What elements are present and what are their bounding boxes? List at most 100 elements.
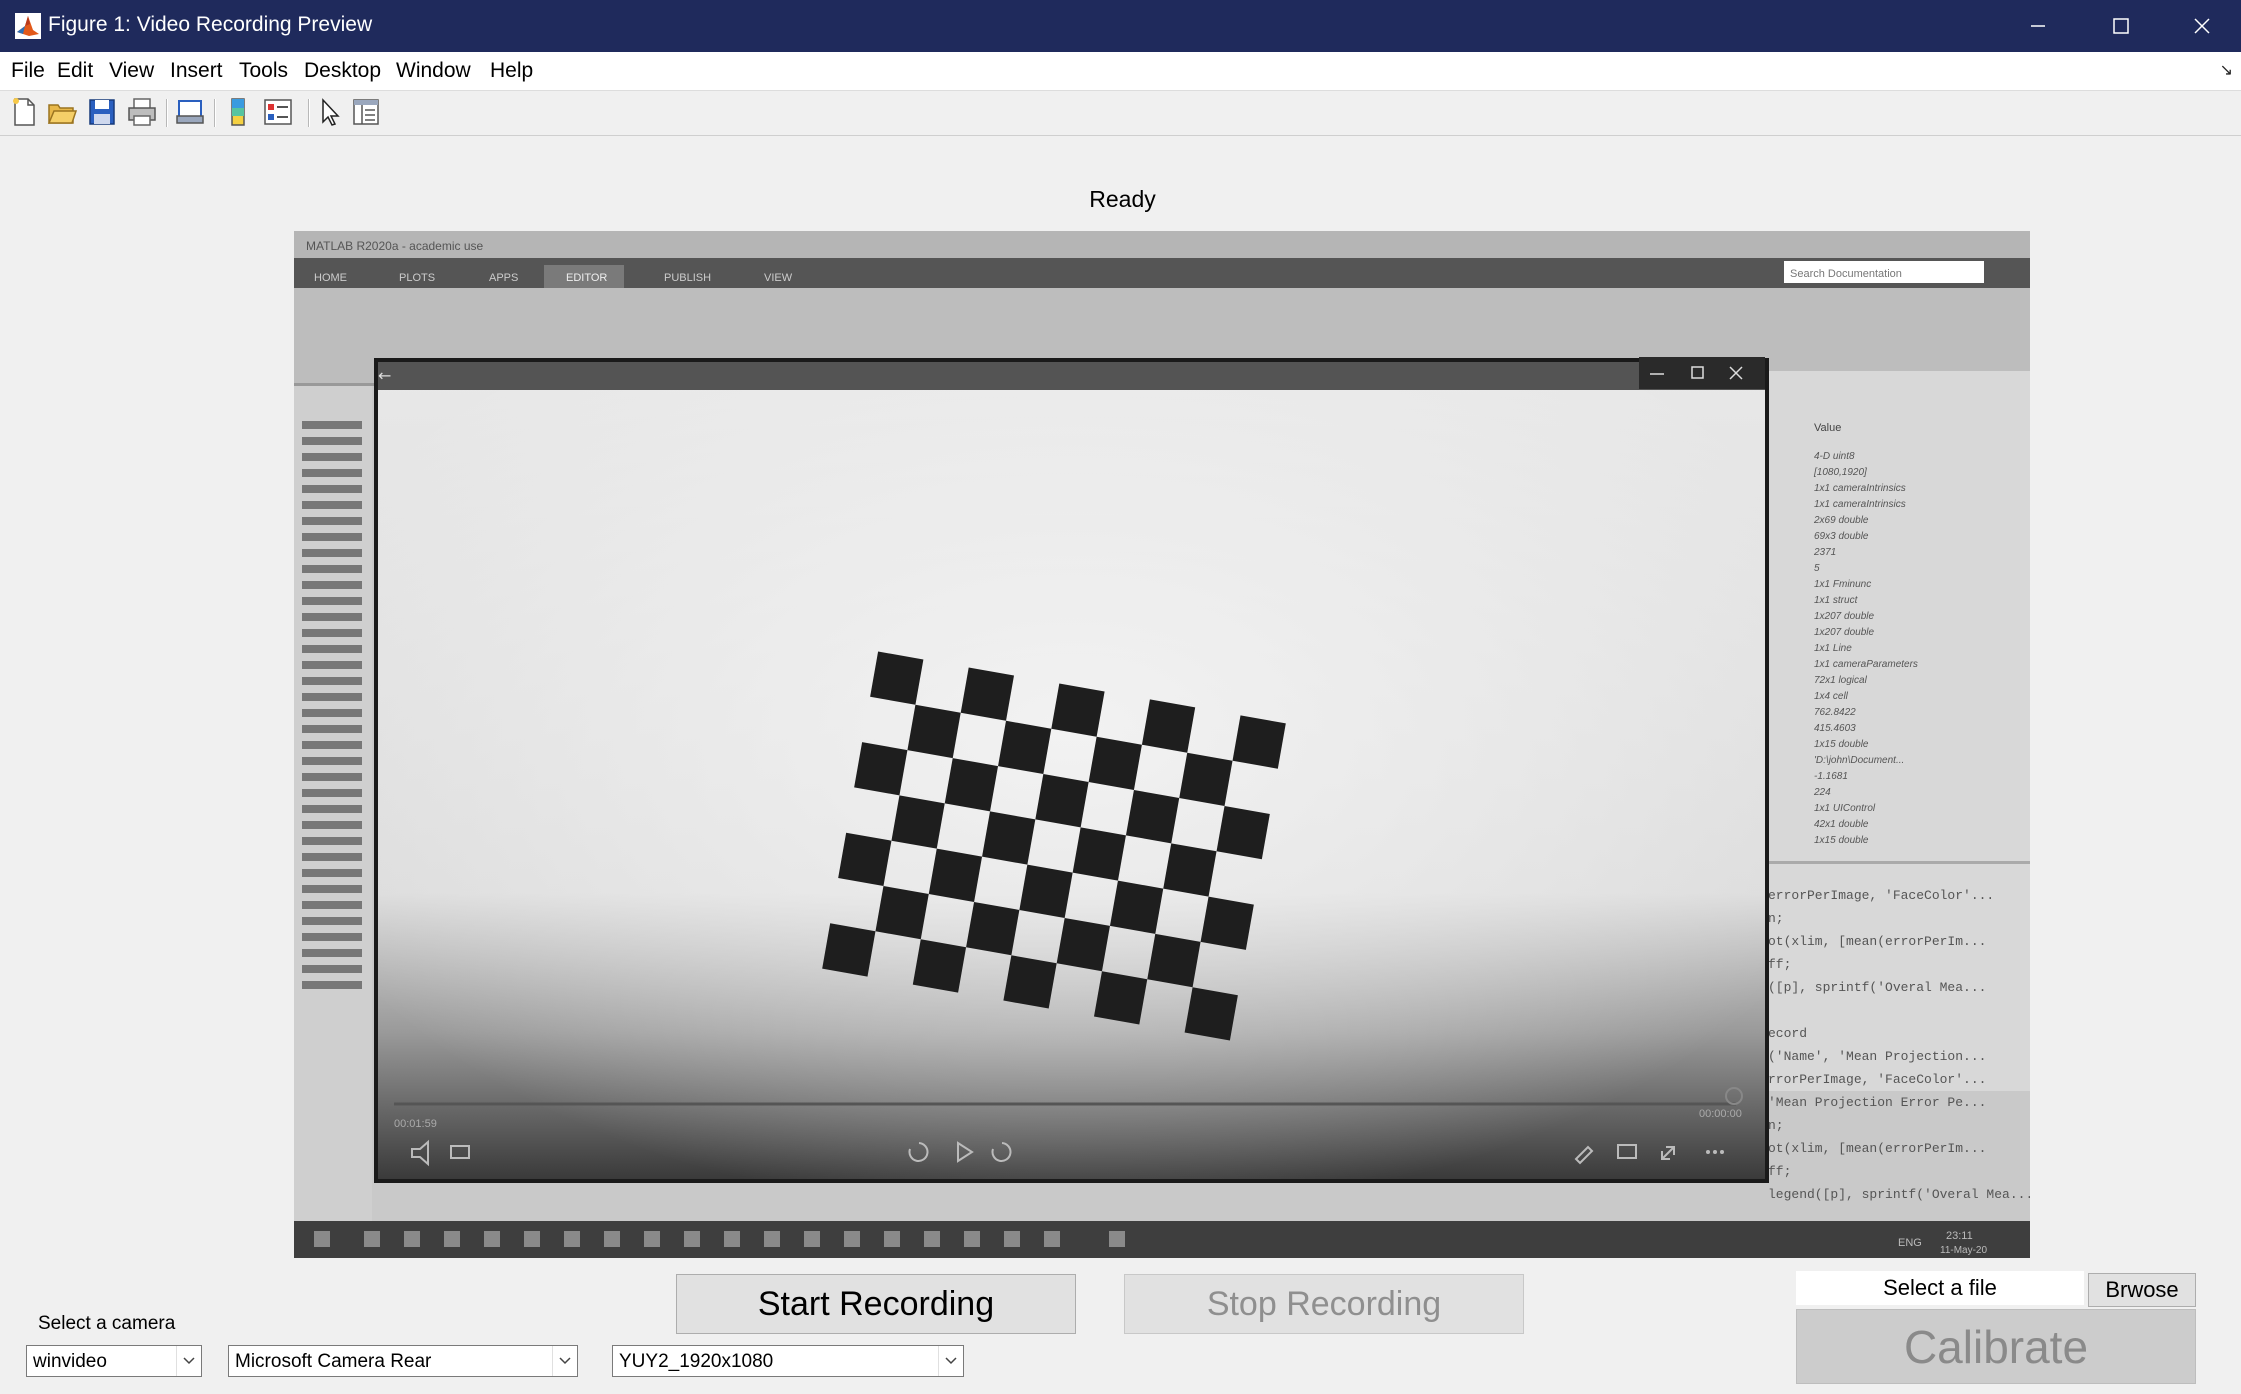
ws-value-15: 1x4 cell xyxy=(1814,691,1849,702)
toolbar-separator xyxy=(214,99,216,127)
checker-square xyxy=(1056,917,1110,972)
code-line-11: ff; xyxy=(1768,1164,1791,1179)
checker-square xyxy=(1200,896,1254,950)
code-line-1: n; xyxy=(1768,911,1784,926)
title-bar: Figure 1: Video Recording Preview xyxy=(0,0,2241,52)
workspace-header: Value xyxy=(1814,422,1841,434)
ws-value-8: 1x1 Fminunc xyxy=(1814,579,1871,590)
checker-square xyxy=(1109,880,1164,934)
checker-square xyxy=(1088,736,1142,791)
chevron-down-icon[interactable] xyxy=(552,1346,577,1376)
checker-square xyxy=(870,651,924,705)
print-preview-icon[interactable] xyxy=(174,96,206,128)
menu-window[interactable]: Window xyxy=(396,59,471,83)
checker-square xyxy=(1019,864,1073,918)
menu-tools[interactable]: Tools xyxy=(239,59,288,83)
calibrate-button[interactable]: Calibrate xyxy=(1796,1309,2196,1384)
checker-square xyxy=(891,795,945,849)
edit-plot-icon[interactable] xyxy=(314,96,346,128)
colorbar-icon[interactable] xyxy=(222,96,254,128)
checker-square xyxy=(912,939,967,993)
checker-square xyxy=(982,811,1036,865)
format-value: YUY2_1920x1080 xyxy=(619,1351,774,1372)
ws-value-18: 1x15 double xyxy=(1814,739,1869,750)
legend-icon[interactable] xyxy=(262,96,294,128)
checker-square xyxy=(944,758,999,812)
checker-square xyxy=(875,885,929,940)
player-time-total: 00:00:00 xyxy=(1699,1108,1742,1120)
ws-value-4: 2x69 double xyxy=(1813,515,1869,526)
open-file-icon[interactable] xyxy=(46,96,78,128)
file-path-field[interactable]: Select a file xyxy=(1796,1271,2084,1305)
ws-value-23: 42x1 double xyxy=(1814,819,1869,830)
code-line-2: ot(xlim, [mean(errorPerIm... xyxy=(1768,934,1986,949)
bg-tab-editor: EDITOR xyxy=(566,272,607,284)
checker-square xyxy=(1147,933,1201,988)
new-figure-icon[interactable] xyxy=(8,96,40,128)
menu-help[interactable]: Help xyxy=(490,59,533,83)
checker-square xyxy=(1216,806,1270,860)
ws-value-22: 1x1 UIControl xyxy=(1814,803,1876,814)
code-line-5: ecord xyxy=(1768,1026,1807,1041)
player-time-elapsed: 00:01:59 xyxy=(394,1118,437,1130)
checker-square xyxy=(1232,715,1286,769)
ws-value-6: 2371 xyxy=(1813,547,1836,558)
start-recording-button[interactable]: Start Recording xyxy=(676,1274,1076,1334)
minimize-button[interactable] xyxy=(1997,0,2079,52)
code-line-9: n; xyxy=(1768,1118,1784,1133)
menu-file[interactable]: File xyxy=(11,59,45,83)
camera-label: Select a camera xyxy=(38,1313,176,1334)
menu-edit[interactable]: Edit xyxy=(57,59,93,83)
minimize-icon xyxy=(2031,25,2045,27)
ws-value-24: 1x15 double xyxy=(1814,835,1869,846)
stop-recording-button[interactable]: Stop Recording xyxy=(1124,1274,1524,1334)
bg-tab-apps: APPS xyxy=(489,272,518,284)
ws-value-20: -1.1681 xyxy=(1814,771,1848,782)
code-line-0: errorPerImage, 'FaceColor'... xyxy=(1768,888,1994,903)
checker-square xyxy=(1184,987,1238,1041)
checker-square xyxy=(838,832,892,886)
code-line-4: ([p], sprintf('Overal Mea... xyxy=(1768,980,1986,995)
player-back-icon: ← xyxy=(378,366,391,385)
adaptor-dropdown[interactable]: winvideo xyxy=(26,1345,202,1377)
ws-value-19: 'D:\john\Document... xyxy=(1814,755,1904,766)
close-icon xyxy=(2194,18,2210,34)
bg-tab-plots: PLOTS xyxy=(399,272,435,284)
checker-square xyxy=(854,742,908,796)
dock-arrow-icon[interactable]: ↘ xyxy=(2220,60,2233,80)
close-button[interactable] xyxy=(2161,0,2241,52)
property-inspector-icon[interactable] xyxy=(350,96,382,128)
device-dropdown[interactable]: Microsoft Camera Rear xyxy=(228,1345,578,1377)
menu-view[interactable]: View xyxy=(109,59,154,83)
menu-bar: File Edit View Insert Tools Desktop Wind… xyxy=(0,52,2241,91)
ws-value-13: 1x1 cameraParameters xyxy=(1814,659,1918,670)
bg-tab-home: HOME xyxy=(314,272,347,284)
status-label: Ready xyxy=(1089,186,1156,212)
print-icon[interactable] xyxy=(126,96,158,128)
window-title: Figure 1: Video Recording Preview xyxy=(48,13,373,36)
code-line-6: ('Name', 'Mean Projection... xyxy=(1768,1049,1986,1064)
bg-taskbar-lang: ENG xyxy=(1898,1237,1922,1249)
bg-taskbar-date: 11-May-20 xyxy=(1940,1245,1987,1256)
maximize-button[interactable] xyxy=(2080,0,2162,52)
chevron-down-icon[interactable] xyxy=(938,1346,963,1376)
ws-value-10: 1x207 double xyxy=(1814,611,1874,622)
save-icon[interactable] xyxy=(86,96,118,128)
format-dropdown[interactable]: YUY2_1920x1080 xyxy=(612,1345,964,1377)
bg-tab-view: VIEW xyxy=(764,272,793,284)
checker-square xyxy=(1003,955,1057,1009)
code-line-10: ot(xlim, [mean(errorPerIm... xyxy=(1768,1141,1986,1156)
browse-button[interactable]: Brwose xyxy=(2088,1273,2196,1307)
video-preview: MATLAB R2020a - academic use HOME PLOTS … xyxy=(294,231,2030,1258)
code-line-12: legend([p], sprintf('Overal Mea... xyxy=(1768,1187,2030,1202)
checker-square xyxy=(1141,699,1196,753)
ws-value-11: 1x207 double xyxy=(1814,627,1874,638)
menu-desktop[interactable]: Desktop xyxy=(304,59,381,83)
toolbar-separator xyxy=(166,99,168,127)
bg-window-title: MATLAB R2020a - academic use xyxy=(306,239,484,253)
chevron-down-icon[interactable] xyxy=(176,1346,201,1376)
menu-insert[interactable]: Insert xyxy=(170,59,223,83)
checker-square xyxy=(1179,752,1233,807)
ws-value-9: 1x1 struct xyxy=(1814,595,1859,606)
checker-square xyxy=(928,848,983,902)
